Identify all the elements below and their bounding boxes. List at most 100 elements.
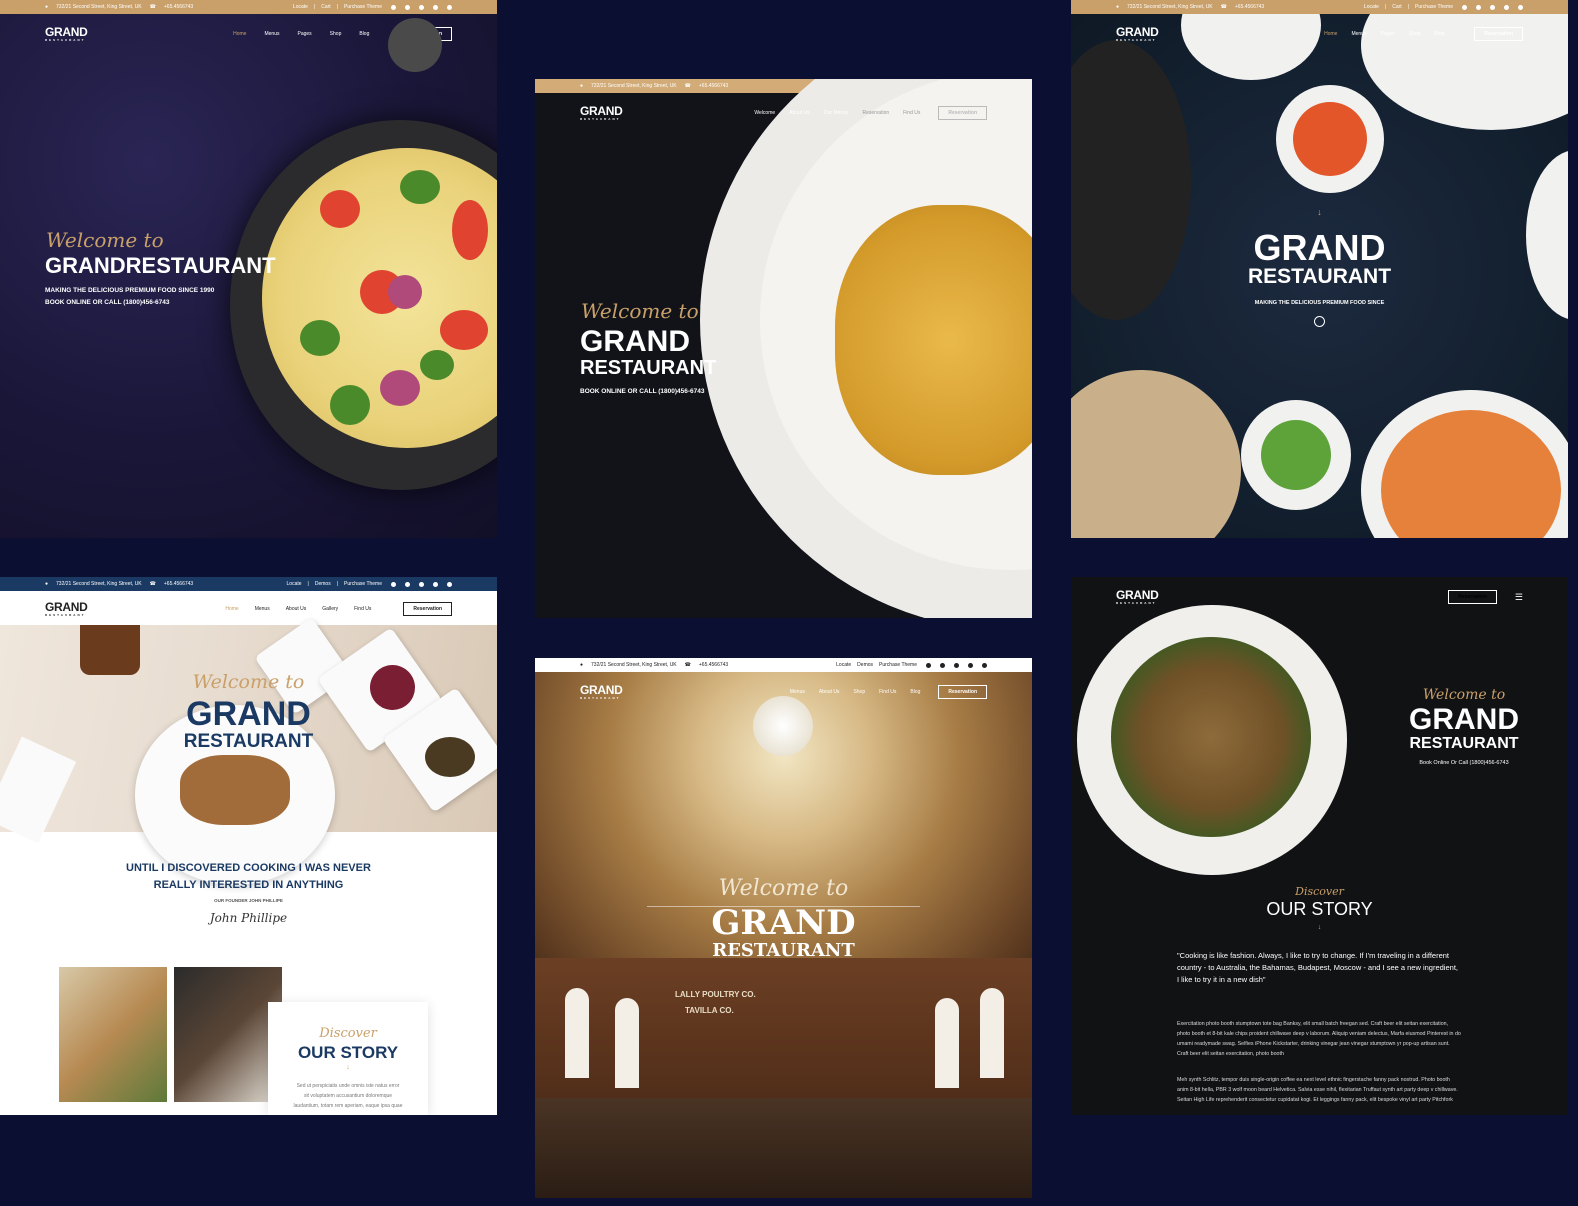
phone-icon: ☎ xyxy=(1220,4,1227,10)
nav-find-us[interactable]: Find Us xyxy=(903,110,920,116)
hero-title-line1: GRAND xyxy=(1409,703,1519,736)
demo-preview-classic[interactable]: ● 732/21 Second Street, King Street, UK … xyxy=(0,577,497,1115)
nav-blog[interactable]: Blog xyxy=(359,31,369,37)
nav-pages[interactable]: Pages xyxy=(297,31,311,37)
nav-blog[interactable]: Blog xyxy=(1434,31,1444,37)
pepper-bowl-image xyxy=(388,18,442,72)
top-info-bar: ● 732/21 Second Street, King Street, UK … xyxy=(0,0,497,14)
nav-menus[interactable]: Menus xyxy=(1351,31,1366,37)
hero-title-line2: RESTAURANT xyxy=(1247,265,1392,288)
site-logo[interactable]: GRAND RESTAURANT xyxy=(45,601,88,617)
twitter-icon[interactable] xyxy=(1476,4,1481,10)
twitter-icon[interactable] xyxy=(405,4,410,10)
broccoli-piece xyxy=(420,350,454,380)
nav-find-us[interactable]: Find Us xyxy=(879,689,896,695)
reservation-button[interactable]: Reservation xyxy=(403,602,452,616)
nav-menus[interactable]: Menus xyxy=(790,689,805,695)
hamburger-menu-icon[interactable]: ☰ xyxy=(1515,592,1523,603)
demos-link[interactable]: Demos xyxy=(857,662,873,668)
nav-home[interactable]: Home xyxy=(225,606,238,612)
purchase-link[interactable]: Purchase Theme xyxy=(344,4,382,10)
nav-our-menus[interactable]: Our Menus xyxy=(824,110,849,116)
nav-menus[interactable]: Menus xyxy=(264,31,279,37)
nav-shop[interactable]: Shop xyxy=(1409,31,1421,37)
facebook-icon[interactable] xyxy=(1462,4,1467,10)
twitter-icon[interactable] xyxy=(940,662,945,668)
story-card: Discover OUR STORY ↓ Sed ut perspiciatis… xyxy=(268,1002,428,1115)
nav-about[interactable]: About Us xyxy=(789,110,810,116)
site-logo[interactable]: GRAND RESTAURANT xyxy=(1116,26,1159,42)
cart-link[interactable]: Cart xyxy=(321,4,330,10)
demo-preview-asian[interactable]: ● 732/21 Second Street, King Street, UK … xyxy=(1071,0,1568,538)
nav-about[interactable]: About Us xyxy=(286,606,307,612)
site-logo[interactable]: GRAND RESTAURANT xyxy=(580,684,623,700)
purchase-link[interactable]: Purchase Theme xyxy=(1415,4,1453,10)
demo-preview-dark[interactable]: GRAND RESTAURANT Reservation ☰ Welcome t… xyxy=(1071,577,1568,1115)
tripadvisor-icon[interactable] xyxy=(447,4,452,10)
locate-link[interactable]: Locate xyxy=(287,581,302,587)
hero-subtitle: MAKING THE DELICIOUS PREMIUM FOOD SINCE … xyxy=(45,287,215,294)
reservation-button[interactable]: Reservation xyxy=(1474,27,1523,41)
facebook-icon[interactable] xyxy=(926,662,931,668)
location-icon: ● xyxy=(580,83,584,89)
email-icon[interactable] xyxy=(1504,4,1509,10)
demos-link[interactable]: Demos xyxy=(315,581,331,587)
hero-title-line1: GRAND xyxy=(1253,227,1386,268)
story-title: OUR STORY xyxy=(297,1043,399,1062)
purchase-link[interactable]: Purchase Theme xyxy=(879,662,917,668)
nav-pages[interactable]: Pages xyxy=(1380,31,1394,37)
nav-shop[interactable]: Shop xyxy=(330,31,342,37)
locate-link[interactable]: Locate xyxy=(1364,4,1379,10)
hero-title-line1: GRAND xyxy=(580,325,690,358)
nav-menus[interactable]: Menus xyxy=(255,606,270,612)
facebook-icon[interactable] xyxy=(391,581,396,587)
locate-link[interactable]: Locate xyxy=(836,662,851,668)
nav-find-us[interactable]: Find Us xyxy=(354,606,371,612)
nav-gallery[interactable]: Gallery xyxy=(322,606,338,612)
onion-piece xyxy=(388,275,422,309)
phone-text: +65.4566743 xyxy=(1234,4,1265,10)
email-icon[interactable] xyxy=(968,662,973,668)
nav-shop[interactable]: Shop xyxy=(853,689,865,695)
founder-quote-line1: UNTIL I DISCOVERED COOKING I WAS NEVER xyxy=(126,862,371,874)
nav-blog[interactable]: Blog xyxy=(910,689,920,695)
site-logo[interactable]: GRAND RESTAURANT xyxy=(45,26,88,42)
main-nav: GRAND RESTAURANT Home Menus Pages Shop B… xyxy=(1071,20,1568,48)
tripadvisor-icon[interactable] xyxy=(1518,4,1523,10)
scroll-down-icon[interactable] xyxy=(1314,316,1325,327)
demo-preview-hall[interactable]: LALLY POULTRY CO. TAVILLA CO. ● 732/21 S… xyxy=(535,658,1032,1198)
facebook-icon[interactable] xyxy=(391,4,396,10)
nav-reservation[interactable]: Reservation xyxy=(862,110,889,116)
instagram-icon[interactable] xyxy=(954,662,959,668)
phone-icon: ☎ xyxy=(149,4,156,10)
arched-window xyxy=(980,988,1004,1078)
reservation-button[interactable]: Reservation xyxy=(1448,590,1497,604)
instagram-icon[interactable] xyxy=(419,581,424,587)
instagram-icon[interactable] xyxy=(1490,4,1495,10)
twitter-icon[interactable] xyxy=(405,581,410,587)
phone-icon: ☎ xyxy=(684,83,691,89)
nav-about[interactable]: About Us xyxy=(819,689,840,695)
tripadvisor-icon[interactable] xyxy=(447,581,452,587)
demo-preview-omelette[interactable]: ● 732/21 Second Street, King Street, UK … xyxy=(0,0,497,538)
broccoli-piece xyxy=(400,170,440,204)
reservation-button[interactable]: Reservation xyxy=(938,106,987,120)
dumpling-basket xyxy=(1071,370,1241,538)
address-text: 732/21 Second Street, King Street, UK xyxy=(1127,4,1213,10)
reservation-button[interactable]: Reservation xyxy=(938,685,987,699)
tripadvisor-icon[interactable] xyxy=(982,662,987,668)
site-logo[interactable]: GRAND RESTAURANT xyxy=(580,105,623,121)
email-icon[interactable] xyxy=(433,581,438,587)
email-icon[interactable] xyxy=(433,4,438,10)
main-nav: GRAND RESTAURANT Home Menus About Us Gal… xyxy=(0,595,497,623)
cart-link[interactable]: Cart xyxy=(1392,4,1401,10)
location-icon: ● xyxy=(45,581,49,587)
nav-home[interactable]: Home xyxy=(233,31,246,37)
nav-home[interactable]: Home xyxy=(1324,31,1337,37)
locate-link[interactable]: Locate xyxy=(293,4,308,10)
nav-welcome[interactable]: Welcome xyxy=(754,110,775,116)
instagram-icon[interactable] xyxy=(419,4,424,10)
purchase-link[interactable]: Purchase Theme xyxy=(344,581,382,587)
demo-preview-pasta[interactable]: ● 732/21 Second Street, King Street, UK … xyxy=(535,79,1032,618)
site-logo[interactable]: GRAND RESTAURANT xyxy=(1116,589,1159,605)
